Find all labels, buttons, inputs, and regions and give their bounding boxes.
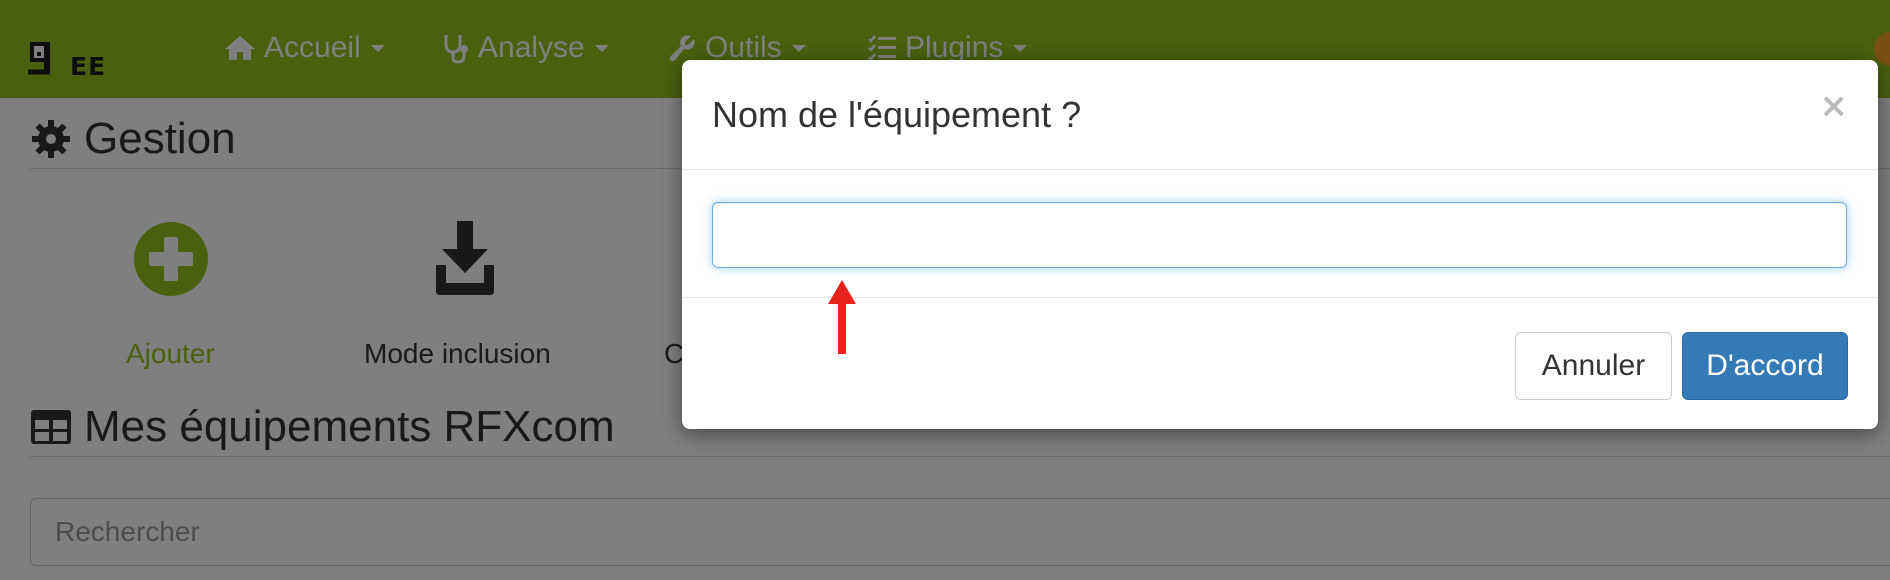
cancel-button[interactable]: Annuler xyxy=(1515,332,1672,400)
modal-body xyxy=(682,170,1878,298)
ok-button[interactable]: D'accord xyxy=(1682,332,1848,400)
name-equipment-dialog: Nom de l'équipement ? × Annuler D'accord xyxy=(682,60,1878,429)
annotation-arrow-icon xyxy=(828,280,856,354)
modal-title: Nom de l'équipement ? xyxy=(712,94,1082,135)
modal-header: Nom de l'équipement ? × xyxy=(682,60,1878,170)
close-icon[interactable]: × xyxy=(1820,86,1849,126)
equipment-name-input[interactable] xyxy=(712,202,1847,268)
